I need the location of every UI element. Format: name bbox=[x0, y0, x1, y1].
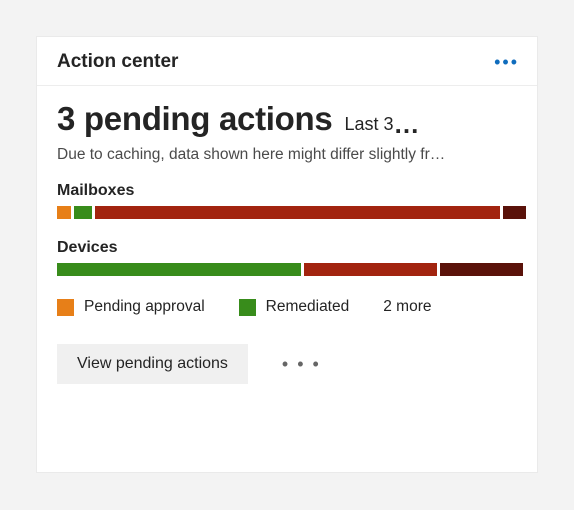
caching-disclaimer: Due to caching, data shown here might di… bbox=[57, 146, 517, 164]
time-period: Last 3… bbox=[344, 106, 421, 137]
mailboxes-seg-pending bbox=[57, 206, 71, 219]
legend-overflow[interactable]: 2 more bbox=[383, 298, 431, 316]
card-title: Action center bbox=[57, 51, 178, 73]
mailboxes-seg-failed bbox=[95, 206, 500, 219]
devices-seg-remediated bbox=[57, 263, 301, 276]
ellipsis-icon: … bbox=[393, 109, 421, 139]
legend-swatch-remediated bbox=[239, 299, 256, 316]
mailboxes-label: Mailboxes bbox=[57, 182, 517, 200]
mailboxes-bar bbox=[57, 206, 517, 219]
devices-label: Devices bbox=[57, 239, 517, 257]
action-center-card: Action center ••• 3 pending actions Last… bbox=[36, 36, 538, 473]
legend-label-remediated: Remediated bbox=[266, 298, 350, 316]
headline-row: 3 pending actions Last 3… bbox=[57, 100, 517, 138]
pending-actions-headline: 3 pending actions bbox=[57, 100, 332, 138]
view-pending-actions-button[interactable]: View pending actions bbox=[57, 344, 248, 384]
legend-swatch-pending bbox=[57, 299, 74, 316]
more-options-icon[interactable]: ••• bbox=[492, 53, 521, 71]
mailboxes-seg-remediated bbox=[74, 206, 92, 219]
more-actions-icon[interactable]: • • • bbox=[282, 354, 321, 375]
legend: Pending approval Remediated 2 more bbox=[57, 298, 517, 316]
devices-bar bbox=[57, 263, 517, 276]
legend-label-pending: Pending approval bbox=[84, 298, 205, 316]
devices-seg-failed bbox=[304, 263, 437, 276]
card-body: 3 pending actions Last 3… Due to caching… bbox=[37, 86, 537, 404]
devices-seg-declined bbox=[440, 263, 523, 276]
actions-row: View pending actions • • • bbox=[57, 344, 517, 384]
card-header: Action center ••• bbox=[37, 37, 537, 86]
mailboxes-seg-declined bbox=[503, 206, 526, 219]
time-period-text: Last 3 bbox=[344, 114, 393, 134]
